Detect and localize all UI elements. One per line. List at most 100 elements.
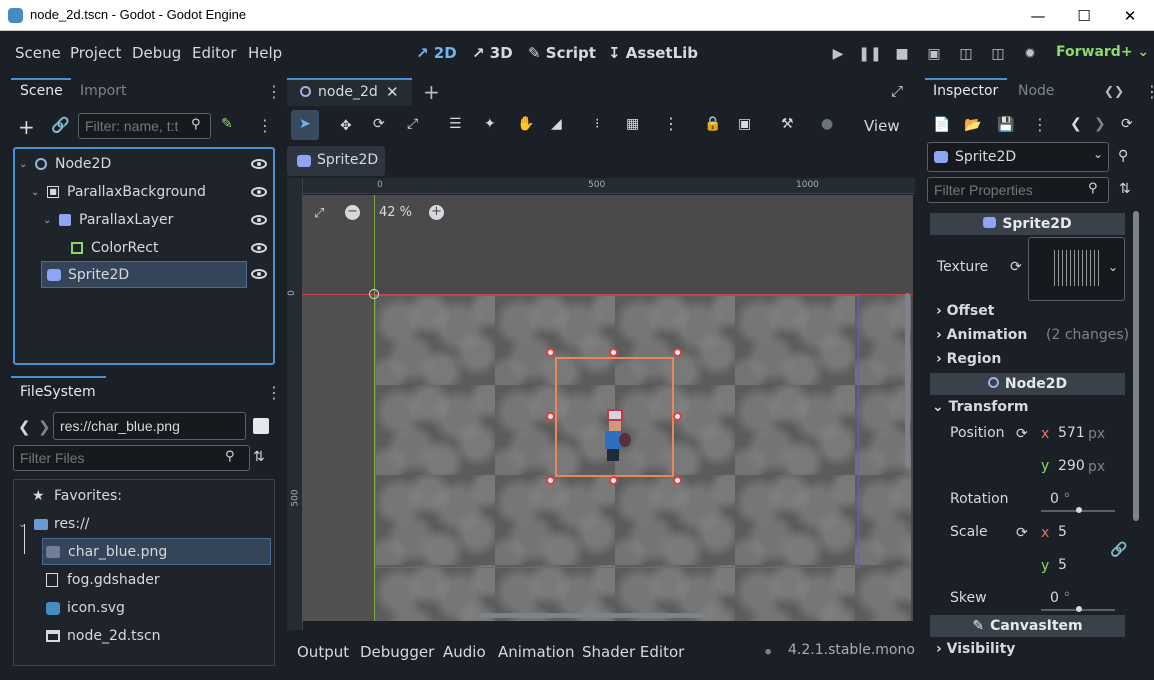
history-forward-icon[interactable]: ❯ (1094, 116, 1106, 132)
viewport-canvas[interactable]: ⤢ − 42 % + (302, 195, 913, 621)
visibility-eye-icon[interactable] (251, 269, 267, 279)
filesystem-filter-input[interactable] (13, 445, 250, 471)
section-animation[interactable]: › Animation (936, 327, 1027, 343)
zoom-out-icon[interactable]: − (345, 205, 360, 220)
lock-icon[interactable]: 🔒 (704, 116, 721, 132)
inspector-scrollbar[interactable] (1133, 211, 1139, 521)
snap-options-icon[interactable]: ⋮ (663, 114, 679, 133)
horizontal-scrollbar[interactable] (480, 613, 704, 618)
tree-item-parallaxbackground[interactable]: ⌄ ■ ParallaxBackground (15, 179, 273, 205)
load-resource-icon[interactable]: 📂 (964, 117, 981, 133)
bottom-tab-animation[interactable]: Animation (498, 643, 574, 661)
object-properties-icon[interactable]: ⚲ (1118, 148, 1128, 164)
new-resource-icon[interactable]: 📄 (933, 117, 950, 133)
file-item-fog-gdshader[interactable]: fog.gdshader (14, 567, 274, 593)
collapse-icon[interactable]: ⌄ (18, 519, 26, 530)
texture-preview[interactable]: ⌄ (1028, 237, 1125, 301)
bottom-tab-output[interactable]: Output (297, 643, 349, 661)
scale-mode-icon[interactable]: ⤢ (407, 116, 418, 132)
add-tab-icon[interactable]: + (423, 80, 440, 104)
maximize-button[interactable]: ☐ (1061, 0, 1107, 31)
renderer-selector[interactable]: Forward+ ⌄ (1056, 44, 1149, 60)
rotation-field[interactable]: 0 ° (1050, 491, 1070, 507)
revert-icon[interactable]: ⟳ (1010, 259, 1022, 275)
view-menu[interactable]: View (864, 117, 900, 135)
resize-handle[interactable] (673, 348, 682, 357)
group-icon[interactable]: ▣ (738, 116, 751, 132)
scene-tree-menu-icon[interactable]: ⋮ (257, 116, 273, 135)
tab-scene[interactable]: Scene (20, 83, 63, 99)
scale-x-field[interactable]: 5 (1058, 524, 1067, 540)
collapse-icon[interactable]: ⌄ (31, 187, 39, 198)
slider-grabber[interactable] (1076, 606, 1082, 612)
camera-override-icon[interactable]: ● (821, 116, 833, 132)
history-back-icon[interactable]: ❮ (1070, 116, 1082, 132)
position-x-field[interactable]: 571 (1058, 425, 1085, 441)
node-selector[interactable]: Sprite2D ⌄ (927, 142, 1109, 172)
select-mode-button[interactable]: ➤ (291, 110, 319, 140)
rotate-mode-icon[interactable]: ⟳ (373, 116, 385, 132)
node-breadcrumb[interactable]: Sprite2D (287, 146, 385, 176)
skeleton-icon[interactable]: ⚒ (781, 116, 794, 132)
zoom-reset-icon[interactable]: ⤢ (314, 206, 324, 221)
link-scale-icon[interactable]: 🔗 (1110, 542, 1127, 558)
section-region[interactable]: › Region (936, 351, 1001, 367)
filesystem-menu-icon[interactable]: ⋮ (266, 383, 282, 402)
collapse-icon[interactable]: ⌄ (19, 159, 27, 170)
file-item-node-2d-tscn[interactable]: node_2d.tscn (14, 623, 274, 649)
move-mode-icon[interactable]: ✥ (340, 118, 352, 134)
menu-project[interactable]: Project (70, 44, 121, 62)
resize-handle[interactable] (546, 476, 555, 485)
scale-y-field[interactable]: 5 (1058, 557, 1067, 573)
menu-help[interactable]: Help (248, 44, 282, 62)
sprite-selection-box[interactable] (555, 357, 674, 477)
mode-script-button[interactable]: ✎ Script (528, 44, 596, 62)
minimize-button[interactable]: — (1015, 0, 1061, 31)
pivot-icon[interactable]: ✦ (484, 116, 496, 132)
remote-debug-icon[interactable]: ▣ (924, 44, 944, 64)
resource-menu-icon[interactable]: ⋮ (1032, 115, 1048, 134)
play-icon[interactable]: ▶ (828, 44, 848, 64)
resize-handle[interactable] (673, 476, 682, 485)
menu-debug[interactable]: Debug (132, 44, 181, 62)
menu-editor[interactable]: Editor (192, 44, 236, 62)
back-icon[interactable]: ❮ (18, 418, 31, 436)
split-view-icon[interactable] (253, 418, 269, 434)
tab-inspector[interactable]: Inspector (933, 83, 998, 99)
tree-item-sprite2d[interactable]: Sprite2D (41, 261, 247, 288)
history-icon[interactable]: ⟳ (1121, 116, 1133, 132)
distraction-free-icon[interactable]: ⤢ (891, 82, 903, 100)
zoom-level[interactable]: 42 % (379, 205, 412, 220)
save-resource-icon[interactable]: 💾 (997, 117, 1014, 133)
tree-item-parallaxlayer[interactable]: ⌄ ParallaxLayer (15, 207, 273, 233)
file-item-icon-svg[interactable]: icon.svg (14, 595, 274, 621)
stop-icon[interactable]: ■ (892, 44, 912, 64)
visibility-eye-icon[interactable] (251, 187, 267, 197)
collapse-icon[interactable]: ⌄ (43, 215, 51, 226)
forward-icon[interactable]: ❯ (38, 418, 51, 436)
vertical-scrollbar[interactable] (905, 293, 910, 468)
scene-tab-node2d[interactable]: node_2d ✕ (287, 80, 412, 106)
pan-mode-icon[interactable]: ✋ (517, 116, 534, 132)
folder-res[interactable]: ⌄ res:// (14, 511, 274, 537)
revert-icon[interactable]: ⟳ (1016, 525, 1028, 541)
mode-3d-button[interactable]: ↗ 3D (472, 44, 513, 62)
section-offset[interactable]: › Offset (936, 303, 994, 319)
section-visibility[interactable]: › Visibility (936, 641, 1015, 657)
smart-snap-icon[interactable]: ⁝ (595, 116, 599, 132)
ruler-mode-icon[interactable]: ◢ (551, 116, 562, 132)
slider-grabber[interactable] (1076, 507, 1082, 513)
add-node-icon[interactable]: + (18, 115, 35, 139)
favorites-item[interactable]: ★ Favorites: (14, 483, 274, 509)
section-transform[interactable]: ⌄ Transform (932, 399, 1028, 415)
visibility-eye-icon[interactable] (251, 159, 267, 169)
close-tab-icon[interactable]: ✕ (386, 83, 399, 101)
visibility-eye-icon[interactable] (251, 215, 267, 225)
bottom-tab-shader-editor[interactable]: Shader Editor (582, 643, 684, 661)
close-window-button[interactable]: ✕ (1107, 0, 1153, 31)
position-y-field[interactable]: 290 (1058, 458, 1085, 474)
grid-snap-icon[interactable]: ▦ (626, 116, 639, 132)
resize-handle[interactable] (546, 412, 555, 421)
scene-dock-menu-icon[interactable]: ⋮ (266, 82, 282, 101)
movie-maker-icon[interactable]: ✹ (1020, 44, 1040, 64)
